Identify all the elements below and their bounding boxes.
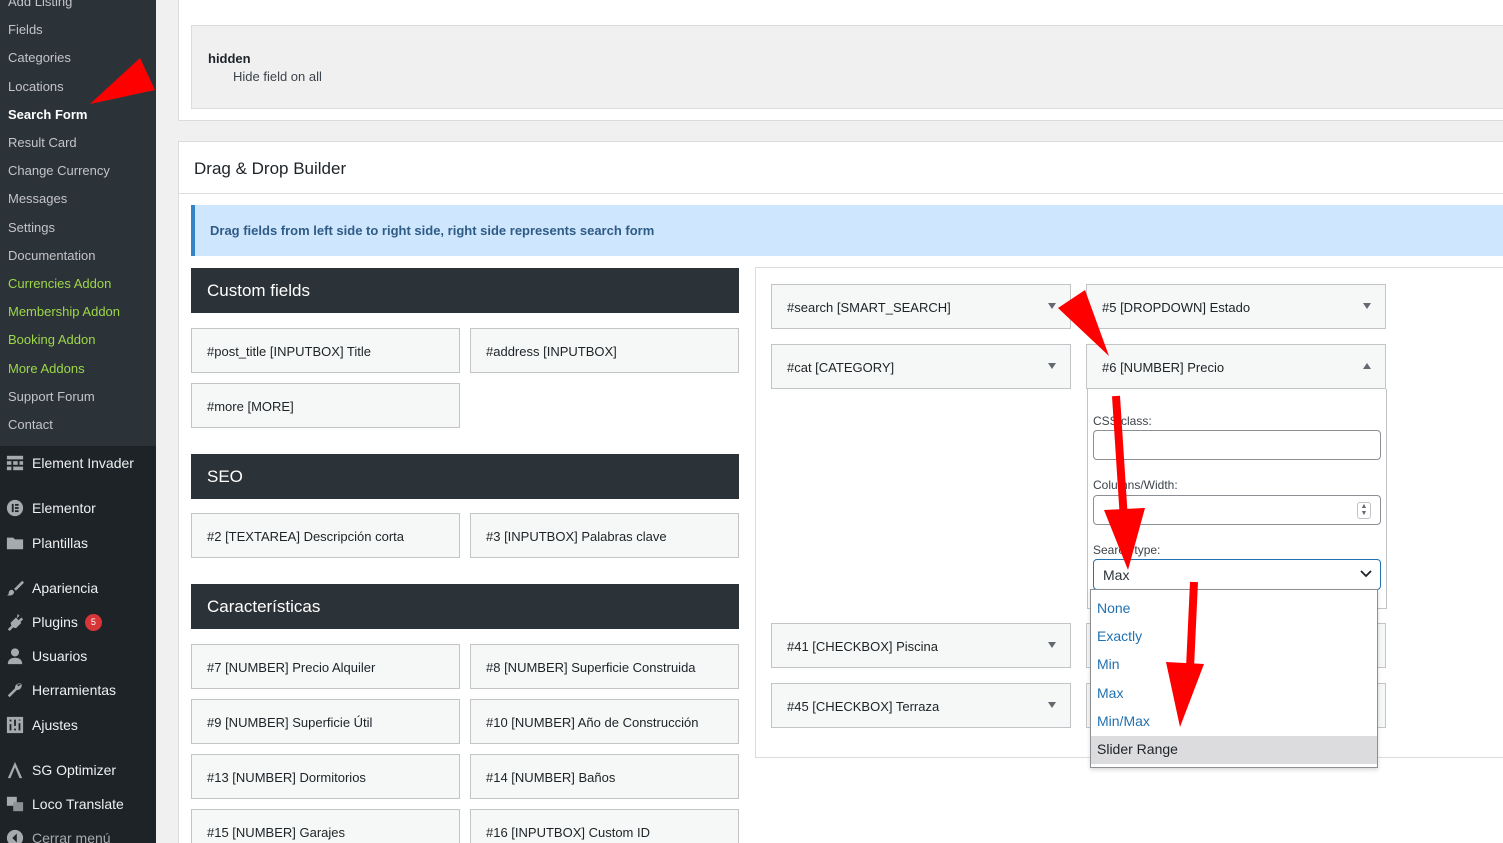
option-min-max[interactable]: Min/Max (1091, 708, 1377, 736)
form-field-precio[interactable]: #6 [NUMBER] Precio (1086, 344, 1386, 389)
columns-width-input[interactable]: ▲ ▼ (1093, 495, 1381, 525)
css-class-input[interactable] (1093, 430, 1381, 460)
field-precio-alquiler[interactable]: #7 [NUMBER] Precio Alquiler (191, 644, 460, 689)
section-seo: SEO (191, 454, 739, 499)
builder-notice: Drag fields from left side to right side… (191, 205, 1503, 256)
hidden-field-panel: hidden Hide field on all (178, 0, 1503, 121)
form-field-terraza[interactable]: #45 [CHECKBOX] Terraza (771, 683, 1071, 728)
menu-item-plantillas[interactable]: Plantillas (0, 530, 156, 556)
section-caracteristicas: Características (191, 584, 739, 629)
field-superficie-construida[interactable]: #8 [NUMBER] Superficie Construida (470, 644, 739, 689)
menu-item-elementor[interactable]: Elementor (0, 495, 156, 521)
menu-item-element-invader[interactable]: Element Invader (0, 450, 156, 476)
menu-item-cerrar-menu[interactable]: Cerrar menú (0, 825, 156, 843)
option-max[interactable]: Max (1091, 680, 1377, 708)
menu-item-ajustes[interactable]: Ajustes (0, 712, 156, 738)
submenu-item-contact[interactable]: Contact (8, 417, 53, 432)
submenu-item-membership-addon[interactable]: Membership Addon (8, 304, 120, 319)
plugin-icon (5, 612, 25, 632)
submenu-item-fields[interactable]: Fields (8, 22, 43, 37)
hidden-field-desc: Hide field on all (233, 69, 322, 84)
user-icon (5, 646, 25, 666)
menu-item-loco-translate[interactable]: Loco Translate (0, 791, 156, 817)
form-field-smart-search[interactable]: #search [SMART_SEARCH] (771, 284, 1071, 329)
submenu-item-search-form[interactable]: Search Form (8, 107, 87, 122)
css-class-label: CSS class: (1093, 414, 1152, 428)
field-palabras-clave[interactable]: #3 [INPUTBOX] Palabras clave (470, 513, 739, 558)
caret-down-icon[interactable] (1048, 303, 1056, 309)
hidden-field-box[interactable]: hidden Hide field on all (191, 25, 1503, 109)
option-slider-range[interactable]: Slider Range (1091, 736, 1377, 764)
field-address[interactable]: #address [INPUTBOX] (470, 328, 739, 373)
brush-icon (5, 578, 25, 598)
submenu-item-documentation[interactable]: Documentation (8, 248, 95, 263)
elementor-icon (5, 498, 25, 518)
hidden-field-name: hidden (208, 51, 251, 66)
submenu-item-change-currency[interactable]: Change Currency (8, 163, 110, 178)
option-min[interactable]: Min (1091, 651, 1377, 679)
caret-down-icon[interactable] (1048, 642, 1056, 648)
field-post-title[interactable]: #post_title [INPUTBOX] Title (191, 328, 460, 373)
field-custom-id[interactable]: #16 [INPUTBOX] Custom ID (470, 809, 739, 843)
submenu-item-locations[interactable]: Locations (8, 79, 64, 94)
sg-icon (5, 760, 25, 780)
submenu-item-categories[interactable]: Categories (8, 50, 71, 65)
builder-title: Drag & Drop Builder (194, 159, 347, 178)
field-superficie-util[interactable]: #9 [NUMBER] Superficie Útil (191, 699, 460, 744)
admin-sidebar: Add Listing Fields Categories Locations … (0, 0, 156, 843)
menu-item-sg-optimizer[interactable]: SG Optimizer (0, 757, 156, 783)
translate-icon (5, 794, 25, 814)
submenu-item-more-addons[interactable]: More Addons (8, 361, 85, 376)
caret-down-icon[interactable] (1048, 702, 1056, 708)
form-field-piscina[interactable]: #41 [CHECKBOX] Piscina (771, 623, 1071, 668)
field-garajes[interactable]: #15 [NUMBER] Garajes (191, 809, 460, 843)
menu-item-herramientas[interactable]: Herramientas (0, 677, 156, 703)
settings-icon (5, 715, 25, 735)
divider (179, 193, 1503, 194)
chevron-down-icon (1360, 570, 1372, 578)
plugin-update-badge: 5 (84, 613, 102, 631)
submenu-item-settings[interactable]: Settings (8, 220, 55, 235)
field-banos[interactable]: #14 [NUMBER] Baños (470, 754, 739, 799)
field-more[interactable]: #more [MORE] (191, 383, 460, 428)
submenu-item-result-card[interactable]: Result Card (8, 135, 77, 150)
field-ano-construccion[interactable]: #10 [NUMBER] Año de Construcción (470, 699, 739, 744)
menu-item-plugins[interactable]: Plugins 5 (0, 609, 156, 635)
caret-up-icon[interactable] (1363, 363, 1371, 369)
submenu-item-booking-addon[interactable]: Booking Addon (8, 332, 95, 347)
caret-down-icon[interactable] (1363, 303, 1371, 309)
form-field-category[interactable]: #cat [CATEGORY] (771, 344, 1071, 389)
submenu-item-currencies-addon[interactable]: Currencies Addon (8, 276, 111, 291)
grid-icon (5, 453, 25, 473)
precio-settings: CSS class: Columns/Width: ▲ ▼ Search type… (1087, 389, 1387, 609)
submenu-item-add-listing[interactable]: Add Listing (8, 0, 72, 9)
wrench-icon (5, 680, 25, 700)
form-field-estado[interactable]: #5 [DROPDOWN] Estado (1086, 284, 1386, 329)
search-type-label: Search type: (1093, 543, 1161, 557)
menu-item-apariencia[interactable]: Apariencia (0, 575, 156, 601)
menu-item-usuarios[interactable]: Usuarios (0, 643, 156, 669)
number-spinner-icon[interactable]: ▲ ▼ (1357, 502, 1371, 519)
submenu-item-messages[interactable]: Messages (8, 191, 67, 206)
option-exactly[interactable]: Exactly (1091, 623, 1377, 651)
plugin-submenu: Add Listing Fields Categories Locations … (0, 0, 156, 446)
field-descripcion-corta[interactable]: #2 [TEXTAREA] Descripción corta (191, 513, 460, 558)
collapse-icon (5, 828, 25, 843)
option-none[interactable]: None (1091, 595, 1377, 623)
search-type-select[interactable]: Max (1093, 559, 1381, 590)
folder-icon (5, 533, 25, 553)
field-dormitorios[interactable]: #13 [NUMBER] Dormitorios (191, 754, 460, 799)
caret-down-icon[interactable] (1048, 363, 1056, 369)
search-type-options: None Exactly Min Max Min/Max Slider Rang… (1090, 589, 1378, 768)
submenu-item-support-forum[interactable]: Support Forum (8, 389, 95, 404)
columns-width-label: Columns/Width: (1093, 478, 1178, 492)
section-custom-fields: Custom fields (191, 268, 739, 313)
